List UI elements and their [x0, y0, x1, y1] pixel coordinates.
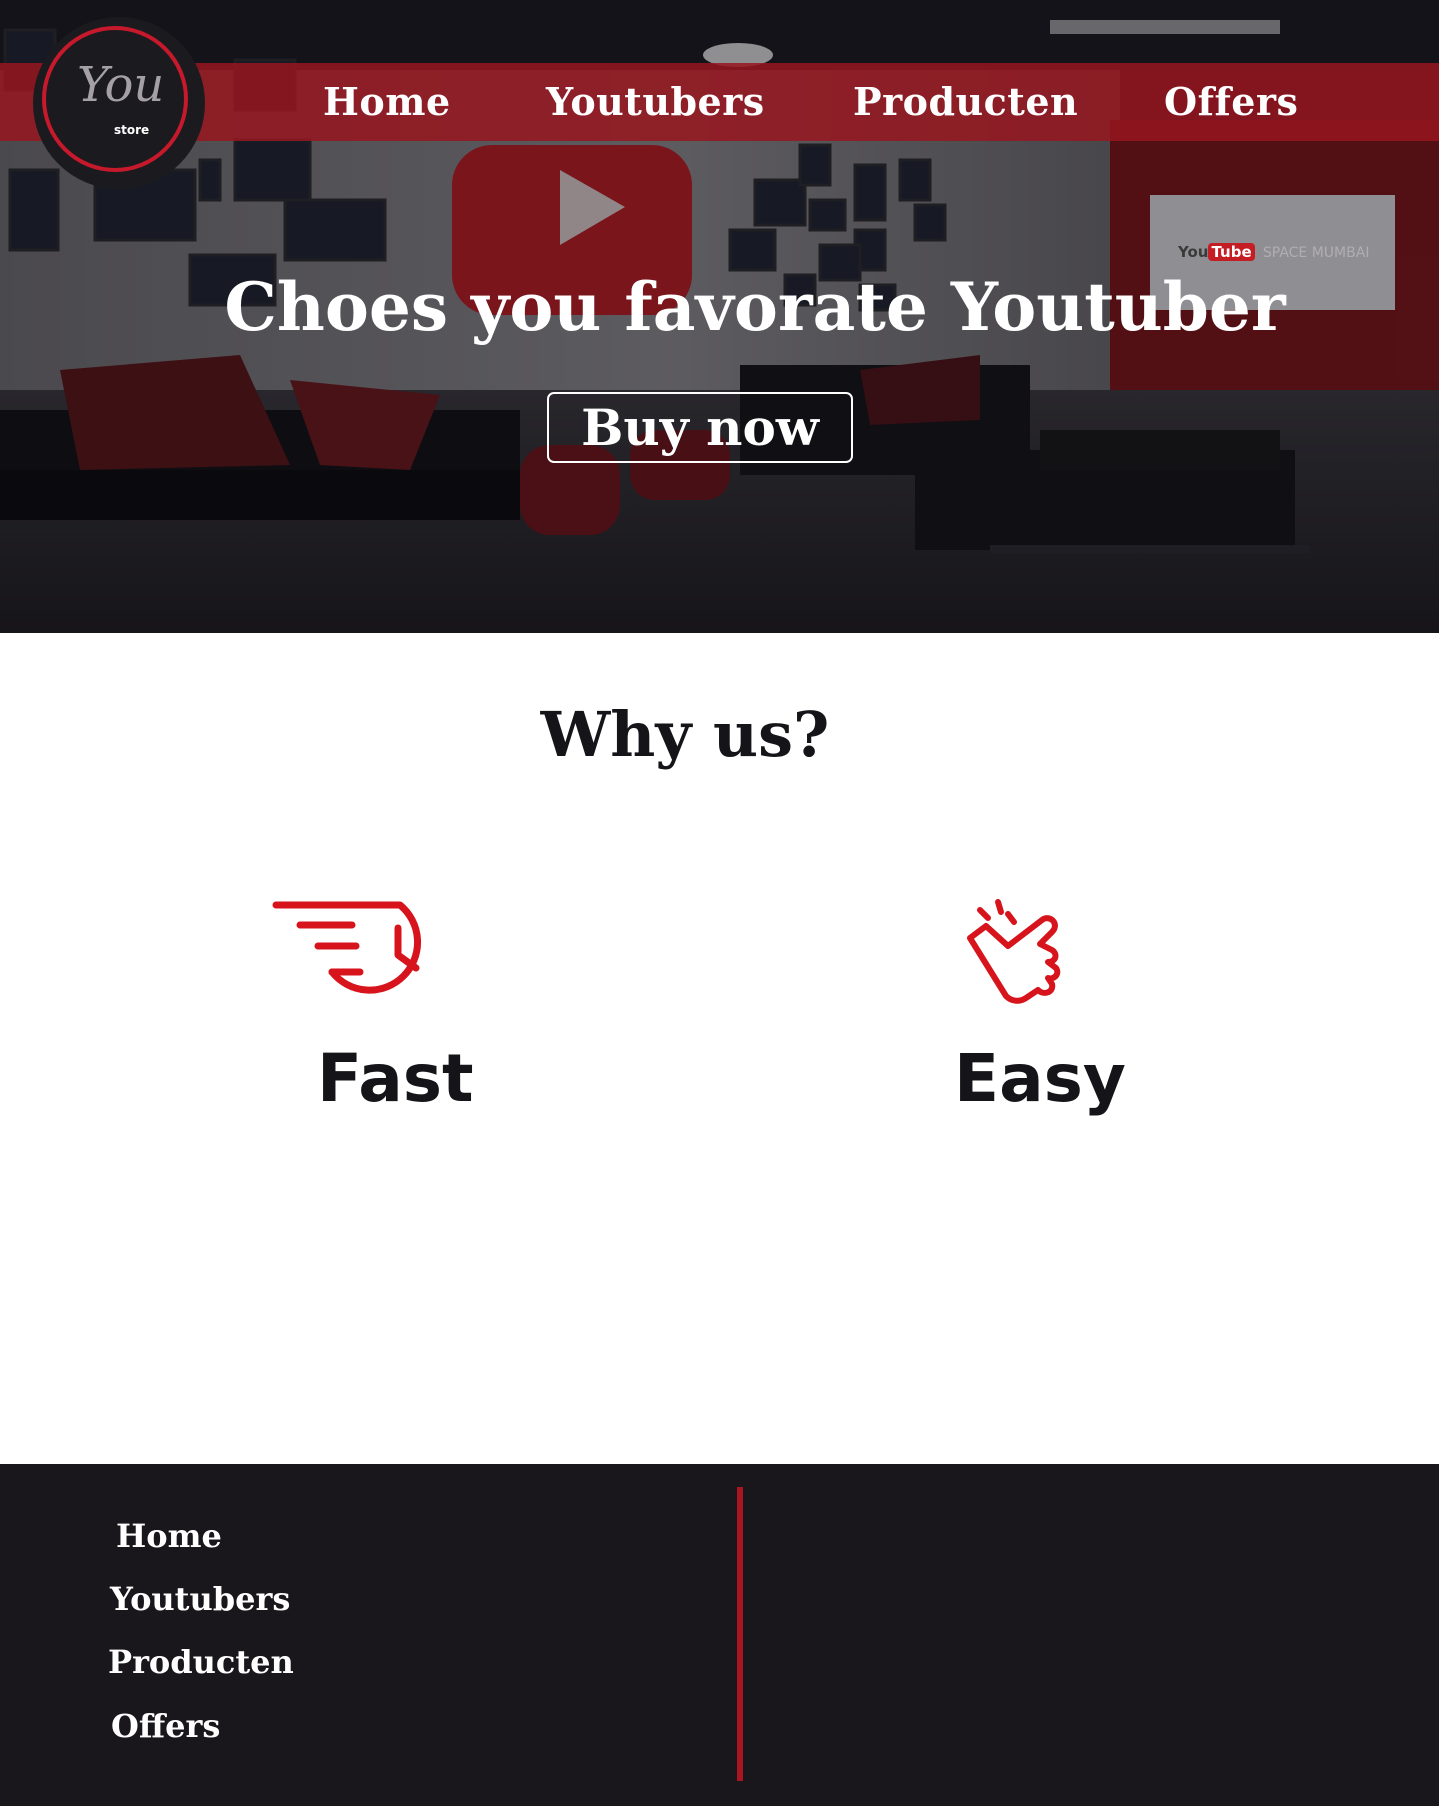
logo-sub-text: store — [114, 123, 150, 137]
footer-link-producten[interactable]: Producten — [108, 1643, 294, 1681]
footer-link-offers[interactable]: Offers — [111, 1707, 220, 1745]
nav-item-offers[interactable]: Offers — [1164, 63, 1298, 141]
tv-screen-logo: You Tube SPACE MUMBAI — [1178, 243, 1369, 261]
feature-label-easy: Easy — [954, 1040, 1126, 1117]
hero-section: You Tube SPACE MUMBAI Home Youtubers Prod… — [0, 0, 1439, 633]
footer-link-home[interactable]: Home — [116, 1517, 222, 1555]
footer-link-youtubers[interactable]: Youtubers — [110, 1580, 290, 1618]
tv-logo-tube: Tube — [1208, 243, 1255, 261]
nav-item-producten[interactable]: Producten — [853, 63, 1078, 141]
brand-logo[interactable]: You store — [33, 17, 205, 189]
top-navbar: Home Youtubers Producten Offers — [0, 63, 1439, 141]
nav-item-home[interactable]: Home — [323, 63, 451, 141]
logo-script-text: You — [77, 57, 165, 113]
site-footer: Home Youtubers Producten Offers — [0, 1464, 1439, 1806]
feature-label-fast: Fast — [317, 1040, 474, 1117]
why-us-heading: Why us? — [540, 698, 830, 771]
fast-clock-icon — [272, 900, 456, 1006]
nav-item-youtubers[interactable]: Youtubers — [546, 63, 765, 141]
buy-now-button[interactable]: Buy now — [547, 392, 853, 463]
tv-logo-you: You — [1178, 243, 1209, 261]
hero-title: Choes you favorate Youtuber — [224, 268, 1286, 346]
snap-hand-icon — [964, 898, 1074, 1008]
tv-logo-caption: SPACE MUMBAI — [1262, 245, 1370, 261]
footer-divider — [737, 1487, 743, 1781]
